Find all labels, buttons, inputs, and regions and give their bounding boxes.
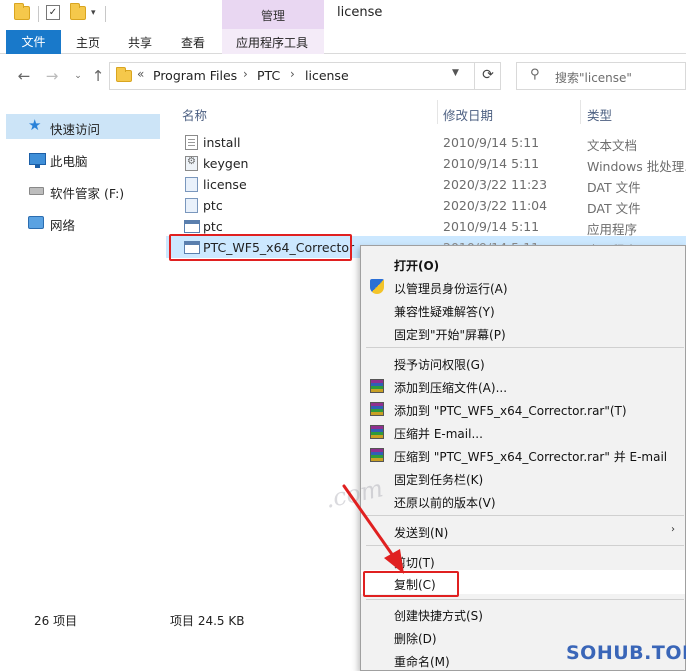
computer-icon <box>29 153 46 168</box>
nav-item-this-pc[interactable]: 此电脑 <box>50 151 88 170</box>
file-name[interactable]: keygen <box>203 156 248 171</box>
menu-item-cut[interactable]: 剪切(T) <box>394 554 435 571</box>
divider <box>105 6 106 22</box>
menu-item-restore-previous-versions[interactable]: 还原以前的版本(V) <box>394 494 496 511</box>
text-file-icon <box>185 135 198 150</box>
red-highlight-box <box>363 571 459 597</box>
file-name[interactable]: ptc <box>203 198 223 213</box>
nav-item-network[interactable]: 网络 <box>50 215 75 234</box>
drive-icon <box>29 187 44 195</box>
star-icon: ★ <box>28 116 42 134</box>
search-input[interactable]: 搜索"license" <box>555 69 632 86</box>
column-divider[interactable] <box>580 100 581 124</box>
menu-item-troubleshoot-compatibility[interactable]: 兼容性疑难解答(Y) <box>394 303 495 320</box>
divider <box>38 6 39 22</box>
network-icon <box>28 216 44 229</box>
watermark-sohub: SOHUB.TOP <box>566 642 686 664</box>
red-highlight-box <box>169 234 352 261</box>
dat-file-icon <box>185 177 198 192</box>
column-header-type[interactable]: 类型 <box>587 105 612 124</box>
tab-share[interactable]: 共享 <box>128 34 152 51</box>
manage-context-tab-label: 管理 <box>260 9 285 23</box>
menu-separator <box>366 545 684 546</box>
properties-icon[interactable]: ✓ <box>46 5 60 20</box>
breadcrumb-separator[interactable]: › <box>243 67 248 81</box>
nav-item-quick-access[interactable]: 快速访问 <box>50 119 100 138</box>
file-type: Windows 批处理... <box>587 159 686 174</box>
winrar-icon <box>370 402 384 416</box>
tab-file[interactable]: 文件 <box>6 30 61 54</box>
winrar-icon <box>370 448 384 462</box>
status-selected-size: 项目 24.5 KB <box>170 614 245 628</box>
menu-item-compress-to-rar-and-email[interactable]: 压缩到 "PTC_WF5_x64_Corrector.rar" 并 E-mail <box>394 448 667 465</box>
ribbon-tab-bar <box>0 29 686 54</box>
search-icon: ⚲ <box>530 67 540 82</box>
folder-icon[interactable] <box>14 3 30 20</box>
file-date: 2010/9/14 5:11 <box>443 219 540 234</box>
dat-file-icon <box>185 198 198 213</box>
exe-file-icon <box>184 220 200 233</box>
menu-item-create-shortcut[interactable]: 创建快捷方式(S) <box>394 607 483 624</box>
menu-item-add-to-archive[interactable]: 添加到压缩文件(A)... <box>394 379 507 396</box>
menu-item-delete[interactable]: 删除(D) <box>394 630 437 647</box>
back-arrow-icon[interactable]: ← <box>14 66 34 86</box>
file-date: 2020/3/22 11:23 <box>443 177 548 192</box>
breadcrumb-license[interactable]: license <box>305 68 349 83</box>
menu-item-rename[interactable]: 重命名(M) <box>394 653 450 670</box>
menu-separator <box>366 599 684 600</box>
menu-item-run-as-admin[interactable]: 以管理员身份运行(A) <box>394 280 508 297</box>
status-item-count: 26 项目 <box>34 614 78 628</box>
file-date: 2010/9/14 5:11 <box>443 156 540 171</box>
menu-item-send-to[interactable]: 发送到(N) <box>394 524 448 541</box>
winrar-icon <box>370 379 384 393</box>
uac-shield-icon <box>370 279 384 294</box>
refresh-icon[interactable]: ⟳ <box>474 62 501 90</box>
up-arrow-icon[interactable]: ↑ <box>88 66 108 86</box>
nav-item-drive-f[interactable]: 软件管家 (F:) <box>50 183 124 202</box>
menu-separator <box>366 515 684 516</box>
file-type: 应用程序 <box>587 222 638 237</box>
window-title: license <box>337 5 383 20</box>
recent-locations-chevron-icon[interactable]: ⌄ <box>68 66 88 86</box>
menu-item-give-access[interactable]: 授予访问权限(G) <box>394 356 485 373</box>
column-divider[interactable] <box>437 100 438 124</box>
breadcrumb-program-files[interactable]: Program Files <box>153 68 237 83</box>
tab-view[interactable]: 查看 <box>181 34 205 51</box>
file-type: DAT 文件 <box>587 180 641 195</box>
tab-home[interactable]: 主页 <box>76 34 100 51</box>
tab-application-tools[interactable]: 应用程序工具 <box>236 34 308 51</box>
menu-item-pin-to-start[interactable]: 固定到"开始"屏幕(P) <box>394 326 506 343</box>
column-header-name[interactable]: 名称 <box>182 105 207 124</box>
breadcrumb-ptc[interactable]: PTC <box>257 68 280 83</box>
menu-item-pin-to-taskbar[interactable]: 固定到任务栏(K) <box>394 471 483 488</box>
submenu-chevron-icon: › <box>671 524 675 535</box>
file-type: 文本文档 <box>587 138 638 153</box>
address-dropdown-chevron-icon[interactable]: ▼ <box>452 68 459 78</box>
breadcrumb-separator[interactable]: › <box>290 67 295 81</box>
winrar-icon <box>370 425 384 439</box>
file-date: 2020/3/22 11:04 <box>443 198 548 213</box>
batch-file-icon <box>185 156 198 171</box>
address-folder-icon <box>116 67 132 82</box>
file-name[interactable]: install <box>203 135 240 150</box>
menu-separator <box>366 347 684 348</box>
breadcrumb-overflow[interactable]: « <box>137 67 144 81</box>
file-date: 2010/9/14 5:11 <box>443 135 540 150</box>
customize-quick-access-icon[interactable]: ▾ <box>91 8 96 18</box>
file-name[interactable]: ptc <box>203 219 223 234</box>
new-folder-icon[interactable] <box>70 3 86 20</box>
file-name[interactable]: license <box>203 177 247 192</box>
forward-arrow-icon[interactable]: → <box>42 66 62 86</box>
menu-item-compress-and-email[interactable]: 压缩并 E-mail... <box>394 425 483 442</box>
menu-item-add-to-rar[interactable]: 添加到 "PTC_WF5_x64_Corrector.rar"(T) <box>394 402 627 419</box>
file-type: DAT 文件 <box>587 201 641 216</box>
menu-item-open[interactable]: 打开(O) <box>394 257 439 274</box>
column-header-date[interactable]: 修改日期 <box>443 105 493 124</box>
